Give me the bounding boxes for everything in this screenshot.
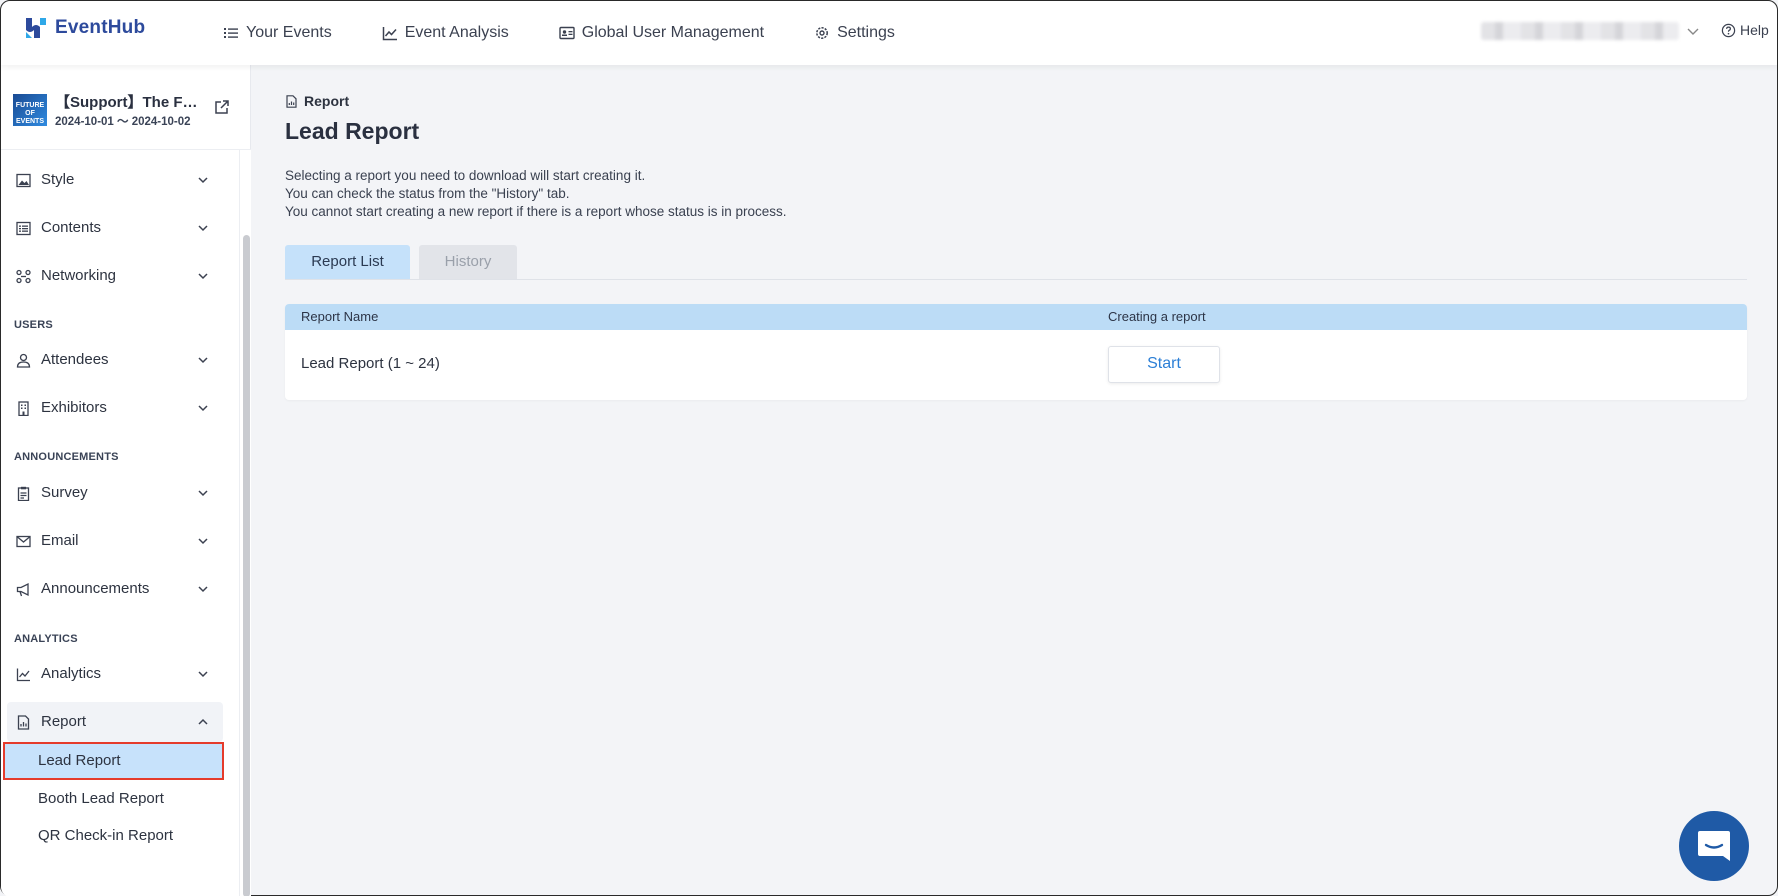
start-button[interactable]: Start bbox=[1108, 346, 1220, 383]
column-header-report-name: Report Name bbox=[301, 309, 379, 324]
user-account-menu[interactable] bbox=[1481, 22, 1679, 40]
section-label-users: USERS bbox=[14, 319, 53, 331]
chat-icon bbox=[1698, 831, 1730, 861]
table-header: Report Name Creating a report bbox=[285, 304, 1747, 330]
event-title: 【Support】The F… bbox=[55, 94, 198, 111]
image-icon bbox=[16, 173, 31, 188]
sidebar-item-analytics[interactable]: Analytics bbox=[7, 654, 223, 694]
sidebar-subitem-qr-checkin-report[interactable]: QR Check-in Report bbox=[3, 817, 224, 855]
chevron-down-icon bbox=[198, 490, 208, 497]
sidebar-item-label: Email bbox=[41, 532, 79, 549]
id-card-icon bbox=[559, 26, 575, 40]
megaphone-icon bbox=[16, 582, 29, 597]
sidebar-item-attendees[interactable]: Attendees bbox=[7, 340, 223, 380]
chevron-down-icon bbox=[198, 538, 208, 545]
sidebar-subitem-booth-lead-report[interactable]: Booth Lead Report bbox=[3, 780, 224, 818]
sidebar-item-report[interactable]: Report bbox=[7, 702, 223, 742]
report-name-cell: Lead Report (1 ~ 24) bbox=[301, 355, 440, 372]
sidebar-item-label: Announcements bbox=[41, 580, 150, 597]
sidebar-item-label: Style bbox=[41, 171, 75, 188]
top-navigation: Your Events Event Analysis Global User M… bbox=[223, 1, 895, 65]
page-description: Selecting a report you need to download … bbox=[285, 167, 787, 221]
section-label-announcements: ANNOUNCEMENTS bbox=[14, 451, 119, 463]
nav-event-analysis-label: Event Analysis bbox=[404, 24, 509, 41]
eventhub-logo-icon bbox=[26, 18, 46, 38]
sidebar-item-label: Attendees bbox=[41, 351, 109, 368]
breadcrumb-label: Report bbox=[304, 93, 350, 109]
nav-global-user-management[interactable]: Global User Management bbox=[559, 24, 764, 42]
chevron-down-icon bbox=[198, 357, 208, 364]
chevron-down-icon bbox=[198, 177, 208, 184]
sidebar-item-contents[interactable]: Contents bbox=[7, 208, 223, 248]
column-header-creating-report: Creating a report bbox=[1108, 309, 1206, 324]
top-bar: EventHub Your Events Event Analysis Glob… bbox=[1, 1, 1777, 65]
envelope-icon bbox=[16, 535, 31, 548]
report-tabs: Report List History bbox=[285, 245, 1747, 280]
chevron-down-icon bbox=[198, 671, 208, 678]
tab-history[interactable]: History bbox=[419, 245, 517, 279]
sidebar-item-networking[interactable]: Networking bbox=[7, 256, 223, 296]
sidebar-subitem-lead-report[interactable]: Lead Report bbox=[3, 742, 224, 780]
event-header: FUTURE OF EVENTS 【Support】The F… 2024-10… bbox=[13, 91, 239, 131]
network-icon bbox=[16, 269, 31, 284]
page-title: Lead Report bbox=[285, 118, 420, 144]
help-label: Help bbox=[1740, 22, 1769, 38]
sidebar-item-label: Analytics bbox=[41, 665, 102, 682]
list-alt-icon bbox=[16, 221, 31, 236]
chevron-down-icon[interactable] bbox=[1686, 24, 1700, 38]
sidebar-item-label: Survey bbox=[41, 484, 88, 501]
nav-global-user-management-label: Global User Management bbox=[581, 24, 765, 41]
nav-settings-label: Settings bbox=[837, 24, 895, 41]
nav-settings[interactable]: Settings bbox=[814, 24, 895, 42]
breadcrumb: Report bbox=[285, 93, 349, 109]
sidebar-item-label: Exhibitors bbox=[41, 399, 107, 416]
list-icon bbox=[224, 28, 238, 38]
chevron-down-icon bbox=[198, 586, 208, 593]
user-icon bbox=[16, 353, 31, 368]
sidebar-item-style[interactable]: Style bbox=[7, 160, 223, 200]
chat-support-button[interactable] bbox=[1679, 811, 1749, 881]
nav-event-analysis[interactable]: Event Analysis bbox=[382, 24, 509, 42]
sidebar-item-email[interactable]: Email bbox=[7, 521, 223, 561]
tab-report-list[interactable]: Report List bbox=[285, 245, 410, 279]
section-label-analytics: ANALYTICS bbox=[14, 633, 78, 645]
sidebar-item-exhibitors[interactable]: Exhibitors bbox=[7, 388, 223, 428]
description-line: You cannot start creating a new report i… bbox=[285, 204, 787, 219]
chevron-down-icon bbox=[198, 225, 208, 232]
question-circle-icon bbox=[1721, 23, 1736, 37]
nav-your-events[interactable]: Your Events bbox=[223, 24, 332, 42]
sidebar-scroll-thumb[interactable] bbox=[243, 235, 250, 896]
file-icon bbox=[286, 94, 297, 108]
description-line: Selecting a report you need to download … bbox=[285, 168, 646, 183]
event-dates: 2024-10-01 ～ 2024-10-02 bbox=[55, 116, 191, 128]
sidebar-divider bbox=[1, 149, 251, 150]
sidebar: FUTURE OF EVENTS 【Support】The F… 2024-10… bbox=[1, 65, 251, 896]
sidebar-item-label: Contents bbox=[41, 219, 102, 236]
clipboard-icon bbox=[17, 486, 30, 501]
building-icon bbox=[18, 401, 29, 416]
gear-icon bbox=[816, 27, 829, 39]
sidebar-item-label: Report bbox=[41, 713, 87, 730]
sidebar-item-announcements[interactable]: Announcements bbox=[7, 569, 223, 609]
report-table: Report Name Creating a report Lead Repor… bbox=[285, 304, 1747, 400]
chart-line-icon bbox=[16, 668, 30, 682]
external-link-icon[interactable] bbox=[213, 99, 230, 116]
chevron-down-icon bbox=[198, 405, 208, 412]
event-thumbnail: FUTURE OF EVENTS bbox=[13, 94, 47, 126]
help-link[interactable]: Help bbox=[1721, 22, 1769, 38]
chart-line-icon bbox=[382, 27, 397, 41]
file-icon bbox=[17, 715, 30, 730]
app-logo[interactable]: EventHub bbox=[23, 15, 145, 41]
chevron-down-icon bbox=[198, 273, 208, 280]
description-line: You can check the status from the "Histo… bbox=[285, 186, 570, 201]
app-name: EventHub bbox=[55, 17, 146, 38]
chevron-up-icon bbox=[198, 718, 208, 725]
sidebar-item-label: Networking bbox=[41, 267, 117, 284]
nav-your-events-label: Your Events bbox=[246, 24, 332, 41]
sidebar-item-survey[interactable]: Survey bbox=[7, 473, 223, 513]
